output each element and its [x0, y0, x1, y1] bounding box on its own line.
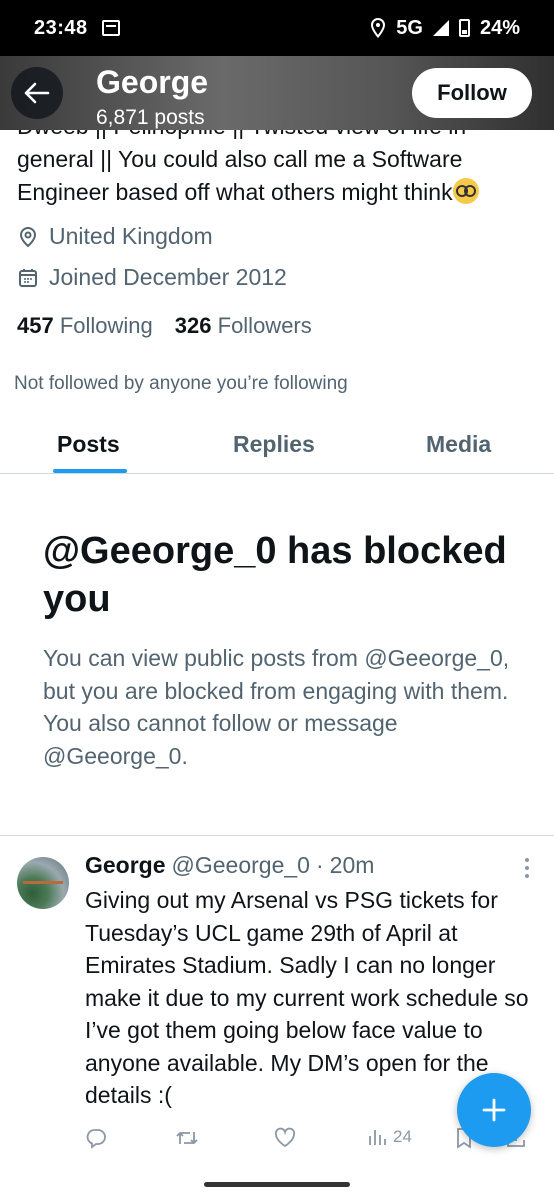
location-status-icon	[371, 18, 386, 38]
views-count: 24	[393, 1127, 412, 1146]
back-button[interactable]	[11, 67, 63, 119]
avatar[interactable]	[17, 857, 69, 909]
following-count: 457	[17, 313, 54, 338]
active-tab-indicator	[53, 469, 127, 473]
reply-button[interactable]	[85, 1127, 107, 1149]
tweet-separator: ·	[315, 852, 324, 878]
blocked-body: You can view public posts from @Geeorge_…	[43, 645, 510, 769]
location-text: United Kingdom	[49, 223, 213, 249]
battery-level: 24%	[479, 16, 520, 39]
heart-icon	[274, 1127, 296, 1148]
calendar-icon	[19, 268, 37, 287]
reply-icon	[86, 1129, 106, 1149]
gesture-nav-handle[interactable]	[204, 1182, 350, 1187]
divider	[0, 835, 554, 836]
followers-label: Followers	[217, 313, 312, 338]
location-pin-icon	[19, 226, 37, 247]
status-bar: 23:48 5G 24%	[0, 0, 554, 56]
plus-icon	[482, 1098, 506, 1122]
views-button[interactable]: 24	[367, 1127, 412, 1147]
tweet-timestamp[interactable]: 20m	[330, 852, 375, 879]
like-button[interactable]	[273, 1127, 297, 1149]
calendar-notification-icon	[101, 20, 120, 36]
views-icon	[369, 1130, 386, 1145]
header-post-count: 6,871 posts	[96, 106, 205, 129]
header-name: George	[96, 64, 209, 100]
tab-posts[interactable]: Posts	[57, 431, 120, 458]
retweet-icon	[176, 1132, 198, 1144]
not-followed-notice: Not followed by anyone you’re following	[14, 373, 348, 394]
profile-location: United Kingdom	[17, 223, 213, 250]
followers-link[interactable]: 326 Followers	[175, 313, 312, 339]
joined-text: Joined December 2012	[49, 264, 287, 290]
nerd-face-emoji-icon	[452, 178, 479, 204]
follow-button[interactable]: Follow	[412, 68, 532, 118]
retweet-button[interactable]	[175, 1127, 199, 1149]
blocked-title: @Geeorge_0 has blocked you	[43, 530, 507, 620]
profile-joined: Joined December 2012	[17, 264, 287, 291]
battery-icon	[458, 19, 470, 37]
signal-icon	[432, 20, 449, 36]
tweet-header: George @Geeorge_0 · 20m	[85, 852, 374, 879]
profile-tabs: Posts Replies Media	[0, 418, 554, 474]
follow-counts: 457 Following 326 Followers	[17, 313, 312, 339]
following-label: Following	[59, 313, 153, 338]
profile-header: George 6,871 posts Follow	[0, 56, 554, 130]
tweet-author-handle[interactable]: @Geeorge_0	[172, 852, 310, 879]
followers-count: 326	[174, 313, 212, 338]
tweet-text: Giving out my Arsenal vs PSG tickets for…	[85, 887, 529, 1108]
compose-button[interactable]	[457, 1073, 531, 1147]
bio-text: general || You could also call me a Soft…	[17, 146, 463, 205]
tab-media[interactable]: Media	[426, 431, 491, 458]
tab-replies[interactable]: Replies	[233, 431, 315, 458]
following-link[interactable]: 457 Following	[17, 313, 153, 339]
arrow-left-icon	[24, 82, 50, 104]
network-label: 5G	[396, 16, 423, 39]
more-vertical-icon[interactable]	[522, 858, 532, 878]
tweet-author-name[interactable]: George	[85, 852, 166, 879]
status-right: 5G 24%	[370, 17, 520, 40]
status-time: 23:48	[34, 16, 88, 39]
